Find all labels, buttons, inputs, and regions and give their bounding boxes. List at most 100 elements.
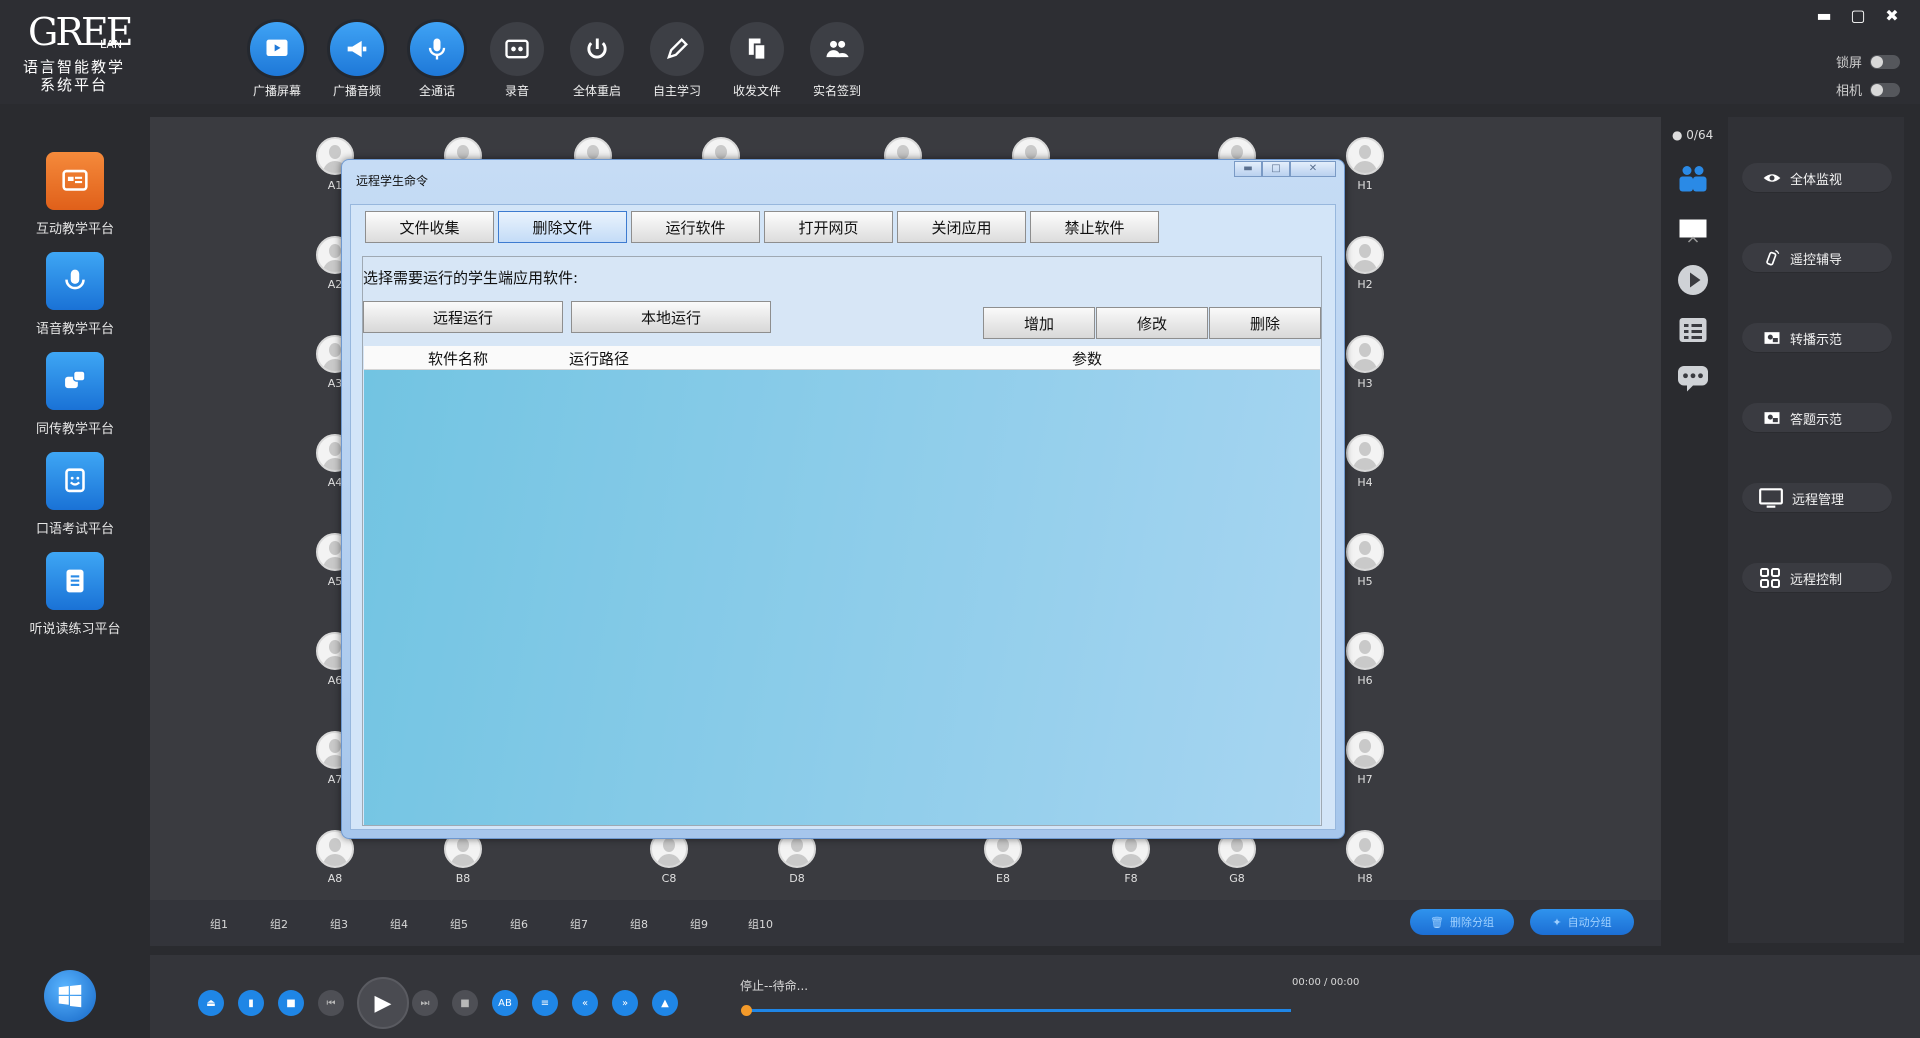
broadcast-screen-button[interactable]: 广播屏幕 [237, 22, 317, 98]
list-view-button[interactable] [1673, 312, 1713, 348]
dialog-minimize-icon[interactable]: ▬ [1234, 161, 1262, 177]
column-software-name[interactable]: 软件名称 [428, 348, 488, 369]
seat-label: D8 [789, 872, 805, 885]
play-button[interactable]: ▶ [357, 977, 409, 1029]
eject-icon: ⏏ [206, 997, 216, 1009]
camera-toggle[interactable] [1870, 82, 1900, 97]
dialog-close-icon[interactable]: ✕ [1290, 161, 1336, 177]
software-table-body[interactable] [364, 370, 1320, 825]
recorder-icon [505, 39, 529, 59]
rewind-button[interactable]: « [572, 990, 598, 1016]
monitor-all-button[interactable]: 全体监视 [1742, 163, 1892, 193]
seat-label: F8 [1124, 872, 1138, 885]
delete-button[interactable]: 删除 [1209, 307, 1321, 339]
tab-open-webpage[interactable]: 打开网页 [764, 211, 893, 243]
sidebar-item-exam[interactable]: 口语考试平台 [0, 452, 150, 537]
seat-label: H5 [1357, 575, 1373, 588]
rewind-icon: « [581, 997, 589, 1009]
sign-in-button[interactable]: 实名签到 [797, 22, 877, 98]
group-tab-8[interactable]: 组8 [630, 916, 648, 932]
next-button[interactable]: ⏭ [412, 990, 438, 1016]
tab-run-software[interactable]: 运行软件 [631, 211, 760, 243]
file-transfer-icon [748, 38, 767, 61]
sidebar-item-translate[interactable]: 同传教学平台 [0, 352, 150, 437]
fast-forward-icon: » [621, 997, 629, 1009]
sidebar-item-label: 语音教学平台 [35, 322, 114, 337]
relay-icon [1764, 332, 1780, 344]
group-tab-6[interactable]: 组6 [510, 916, 528, 932]
seat-h1[interactable]: H1 [1340, 137, 1390, 192]
avatar [1346, 236, 1384, 274]
answer-demo-button[interactable]: 答题示范 [1742, 403, 1892, 433]
seat-h8[interactable]: H8 [1340, 830, 1390, 885]
group-tab-10[interactable]: 组10 [748, 916, 773, 932]
playlist-button[interactable]: ≡ [532, 990, 558, 1016]
self-study-button[interactable]: 自主学习 [637, 22, 717, 98]
file-transfer-button[interactable]: 收发文件 [717, 22, 797, 98]
stop-button[interactable]: ■ [452, 990, 478, 1016]
maximize-icon[interactable]: ▢ [1848, 6, 1868, 26]
close-icon[interactable]: ✖ [1882, 6, 1902, 26]
group-tab-9[interactable]: 组9 [690, 916, 708, 932]
seat-label: H4 [1357, 476, 1373, 489]
tab-block-software[interactable]: 禁止软件 [1030, 211, 1159, 243]
add-button[interactable]: 增加 [983, 307, 1095, 339]
lock-screen-toggle[interactable] [1870, 54, 1900, 69]
ab-repeat-button[interactable]: AB [492, 990, 518, 1016]
play-view-button[interactable] [1673, 262, 1713, 298]
chat-view-button[interactable] [1673, 360, 1713, 396]
remote-manage-button[interactable]: 远程管理 [1742, 483, 1892, 513]
seat-h4[interactable]: H4 [1340, 434, 1390, 489]
remote-run-button[interactable]: 远程运行 [363, 301, 563, 333]
students-view-button[interactable] [1673, 160, 1713, 196]
edit-button[interactable]: 修改 [1096, 307, 1208, 339]
folder-button[interactable]: ■ [278, 990, 304, 1016]
tab-close-app[interactable]: 关闭应用 [897, 211, 1026, 243]
remote-control-button[interactable]: 远程控制 [1742, 563, 1892, 593]
megaphone-icon [347, 40, 367, 58]
progress-bar[interactable] [746, 1009, 1291, 1012]
sidebar-item-voice[interactable]: 语音教学平台 [0, 252, 150, 337]
delete-group-button[interactable]: 🗑 删除分组 [1410, 909, 1514, 935]
relay-demo-button[interactable]: 转播示范 [1742, 323, 1892, 353]
group-tab-3[interactable]: 组3 [330, 916, 348, 932]
auto-group-button[interactable]: ✦ 自动分组 [1530, 909, 1634, 935]
seat-h2[interactable]: H2 [1340, 236, 1390, 291]
sidebar-item-interactive[interactable]: 互动教学平台 [0, 152, 150, 237]
restart-all-button[interactable]: 全体重启 [557, 22, 637, 98]
lock-button[interactable]: ▲ [652, 990, 678, 1016]
dialog-maximize-icon[interactable]: □ [1262, 161, 1290, 177]
full-call-button[interactable]: 全通话 [397, 22, 477, 98]
seat-label: B8 [455, 872, 471, 885]
local-run-button[interactable]: 本地运行 [571, 301, 771, 333]
remote-command-dialog: 远程学生命令 ▬ □ ✕ 文件收集 删除文件 运行软件 打开网页 关闭应用 禁止… [341, 159, 1345, 839]
remote-tutor-button[interactable]: 遥控辅导 [1742, 243, 1892, 273]
next-icon: ⏭ [420, 997, 430, 1009]
group-tab-5[interactable]: 组5 [450, 916, 468, 932]
windows-start-button[interactable] [44, 970, 96, 1022]
column-params[interactable]: 参数 [1072, 348, 1102, 369]
record-button[interactable]: 录音 [477, 22, 557, 98]
screen-view-button[interactable] [1673, 212, 1713, 248]
group-tab-7[interactable]: 组7 [570, 916, 588, 932]
seat-label: H6 [1357, 674, 1373, 687]
group-tab-2[interactable]: 组2 [270, 916, 288, 932]
minimize-icon[interactable]: ▬ [1814, 6, 1834, 26]
column-run-path[interactable]: 运行路径 [569, 348, 629, 369]
seat-h7[interactable]: H7 [1340, 731, 1390, 786]
fast-forward-button[interactable]: » [612, 990, 638, 1016]
group-tab-4[interactable]: 组4 [390, 916, 408, 932]
eject-button[interactable]: ⏏ [198, 990, 224, 1016]
seat-h6[interactable]: H6 [1340, 632, 1390, 687]
seat-h5[interactable]: H5 [1340, 533, 1390, 588]
sidebar-item-practice[interactable]: 听说读练习平台 [0, 552, 150, 637]
seat-h3[interactable]: H3 [1340, 335, 1390, 390]
group-tab-1[interactable]: 组1 [210, 916, 228, 932]
previous-button[interactable]: ⏮ [318, 990, 344, 1016]
progress-handle[interactable] [741, 1005, 752, 1016]
tab-delete-file[interactable]: 删除文件 [498, 211, 627, 243]
save-button[interactable]: ▮ [238, 990, 264, 1016]
play-circle-icon [1678, 265, 1708, 295]
tab-file-collect[interactable]: 文件收集 [365, 211, 494, 243]
broadcast-audio-button[interactable]: 广播音频 [317, 22, 397, 98]
